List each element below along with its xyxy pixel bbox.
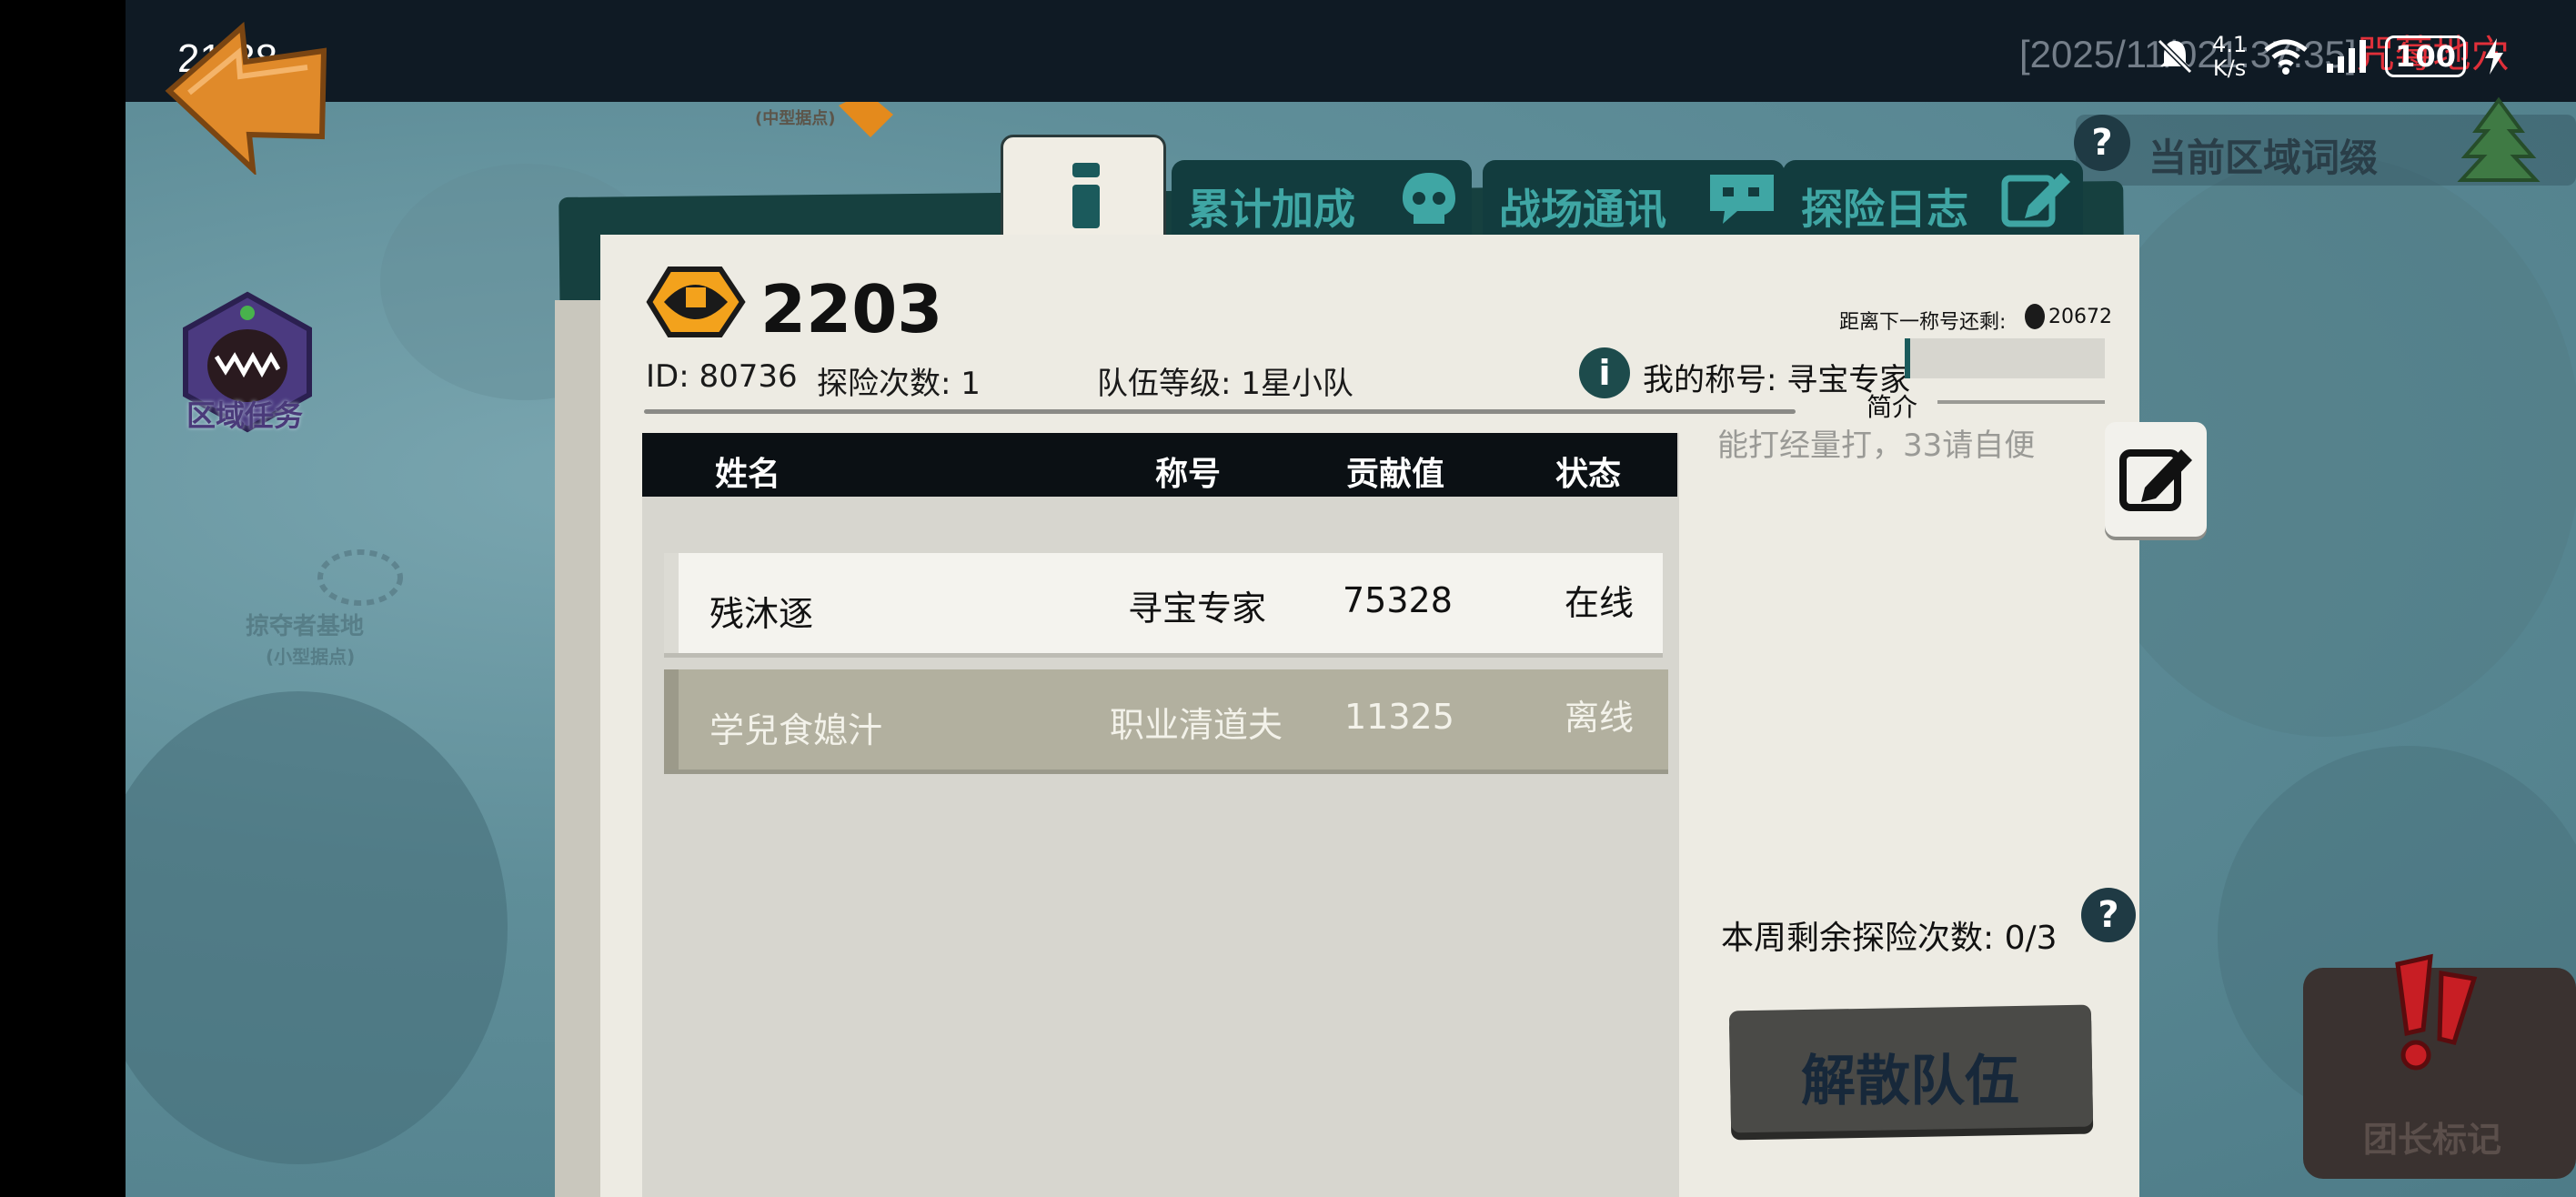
team-id: ID: 80736 (646, 358, 798, 395)
map-location-label-2: (中型据点) (755, 109, 836, 128)
eye-icon (646, 267, 746, 337)
explore-count: 探险次数: 1 (817, 366, 981, 402)
header-divider (644, 409, 1796, 414)
pencil-icon (2001, 173, 2070, 227)
info-icon[interactable]: i (1579, 347, 1630, 398)
weekly-remaining-explores: 本周剩余探险次数: 0/3 (1721, 920, 2058, 957)
col-header-contribution: 贡献值 (1346, 456, 1445, 493)
tab-battlefield-comms-label[interactable]: 战场通讯 (1499, 176, 1666, 236)
member-status: 离线 (1565, 698, 1635, 738)
question-icon[interactable]: ? (2074, 115, 2130, 171)
team-number: 2203 (760, 271, 943, 347)
next-title-value: 20672 (2048, 306, 2112, 328)
table-row[interactable]: 学兒食媳汁 职业清道夫 11325 离线 (664, 669, 1668, 770)
system-status-icons: 4.1 K/s 100 (2154, 33, 2506, 80)
table-row[interactable]: 残沐逐 寻宝专家 75328 在线 (664, 553, 1663, 653)
team-intro-text: 能打经量打，33请自便 (1717, 428, 2036, 464)
tab-team-info[interactable] (1001, 135, 1166, 247)
map-location-sublabel: (小型据点) (266, 646, 356, 668)
disband-team-label[interactable]: 解散队伍 (1801, 1037, 2019, 1116)
exclamation-icon (2395, 953, 2478, 1071)
chat-icon (1710, 175, 1774, 224)
edit-icon (2119, 449, 2192, 511)
member-contribution: 75328 (1343, 580, 1453, 620)
coin-icon (2025, 304, 2045, 329)
member-title: 寻宝专家 (1128, 588, 1267, 629)
tree-icon (2457, 96, 2541, 182)
back-arrow-icon[interactable] (162, 20, 331, 175)
member-status: 在线 (1565, 583, 1635, 623)
battery-indicator: 100 (2385, 35, 2466, 77)
member-name: 残沐逐 (709, 594, 814, 634)
left-black-bar (0, 0, 126, 1197)
col-header-name: 姓名 (715, 456, 781, 493)
network-speed: 4.1 K/s (2212, 33, 2247, 80)
team-level: 队伍等级: 1星小队 (1097, 366, 1353, 402)
charging-icon (2484, 38, 2503, 75)
next-title-label: 距离下一称号还剩: (1839, 311, 2007, 334)
col-header-status: 状态 (1555, 456, 1622, 493)
region-task-label[interactable]: 区域任务 (186, 393, 303, 435)
mute-bell-icon (2157, 38, 2193, 75)
intro-label: 简介 (1867, 392, 1918, 422)
question-icon[interactable]: ? (2081, 888, 2136, 942)
current-region-affix-label[interactable]: 当前区域词缀 (2148, 127, 2378, 183)
edit-intro-button[interactable] (2105, 422, 2207, 537)
title-progress-bar (1905, 338, 2105, 378)
map-location-label: 掠夺者基地 (246, 613, 365, 640)
intro-divider (1937, 400, 2105, 404)
map-marker-icon (317, 549, 403, 606)
skull-icon (1403, 173, 1455, 224)
wifi-icon (2264, 39, 2308, 75)
member-title: 职业清道夫 (1110, 705, 1283, 745)
info-icon (1072, 163, 1100, 228)
tab-cumulative-bonus-label[interactable]: 累计加成 (1188, 176, 1355, 236)
leader-mark-label[interactable]: 团长标记 (2363, 1112, 2501, 1162)
member-table (642, 433, 1679, 1197)
col-header-title: 称号 (1155, 456, 1222, 493)
network-speed-value: 4.1 (2212, 32, 2248, 57)
member-contribution: 11325 (1344, 697, 1454, 737)
member-name: 学兒食媳汁 (709, 710, 883, 750)
network-speed-unit: K/s (2212, 55, 2247, 81)
tab-explore-log-label[interactable]: 探险日志 (1801, 176, 1968, 236)
signal-icon (2327, 40, 2367, 73)
